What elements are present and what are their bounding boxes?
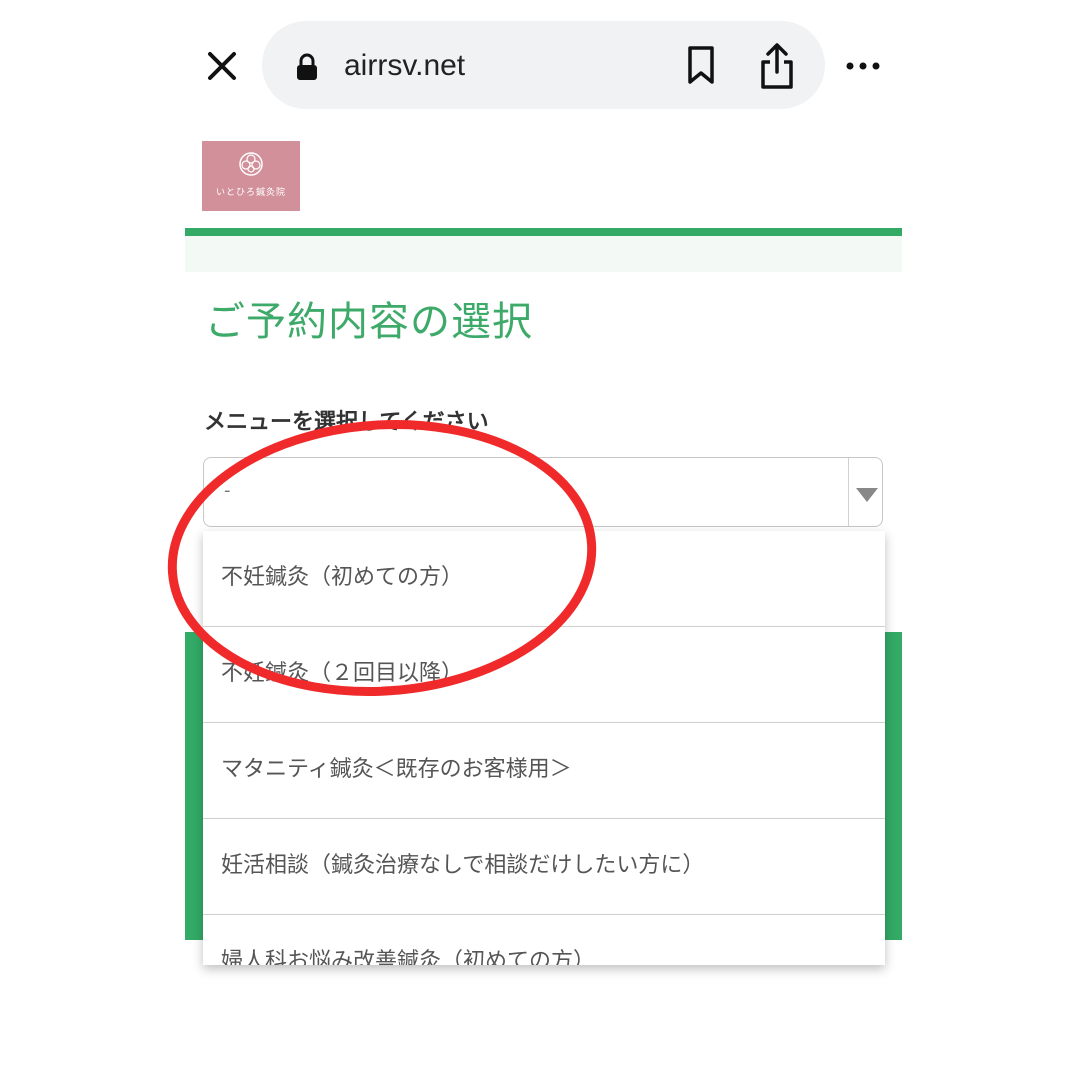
- header-tint-band: [185, 236, 902, 272]
- menu-option-gynecology-first[interactable]: 婦人科お悩み改善鍼灸（初めての方）: [203, 915, 885, 965]
- page-title: ご予約内容の選択: [205, 299, 533, 345]
- bookmark-icon[interactable]: [686, 44, 716, 86]
- logo-text: いとひろ鍼灸院: [215, 188, 286, 198]
- clinic-logo[interactable]: いとひろ鍼灸院: [202, 141, 300, 211]
- more-options-icon[interactable]: [845, 60, 881, 72]
- chevron-down-icon[interactable]: [856, 488, 878, 502]
- menu-select-value: -: [224, 480, 231, 501]
- header-accent-line: [185, 228, 902, 236]
- menu-option-label: マタニティ鍼灸＜既存のお客様用＞: [221, 757, 572, 782]
- menu-select-label: メニューを選択してください: [204, 410, 489, 435]
- menu-option-consultation[interactable]: 妊活相談（鍼灸治療なしで相談だけしたい方に）: [203, 819, 885, 915]
- share-icon[interactable]: [758, 42, 796, 90]
- select-divider: [848, 458, 849, 526]
- menu-option-label: 不妊鍼灸（２回目以降）: [221, 661, 464, 686]
- menu-option-fertility-first[interactable]: 不妊鍼灸（初めての方）: [203, 531, 885, 627]
- menu-option-label: 妊活相談（鍼灸治療なしで相談だけしたい方に）: [221, 853, 705, 878]
- close-icon[interactable]: [202, 46, 242, 86]
- lock-icon: [297, 53, 317, 80]
- flower-logo-icon: [239, 152, 263, 176]
- menu-select[interactable]: -: [203, 457, 883, 527]
- menu-option-fertility-repeat[interactable]: 不妊鍼灸（２回目以降）: [203, 627, 885, 723]
- menu-option-maternity[interactable]: マタニティ鍼灸＜既存のお客様用＞: [203, 723, 885, 819]
- menu-option-label: 婦人科お悩み改善鍼灸（初めての方）: [221, 949, 596, 965]
- url-text[interactable]: airrsv.net: [344, 46, 465, 86]
- menu-option-label: 不妊鍼灸（初めての方）: [221, 565, 464, 590]
- menu-dropdown-list[interactable]: 不妊鍼灸（初めての方） 不妊鍼灸（２回目以降） マタニティ鍼灸＜既存のお客様用＞…: [203, 531, 885, 965]
